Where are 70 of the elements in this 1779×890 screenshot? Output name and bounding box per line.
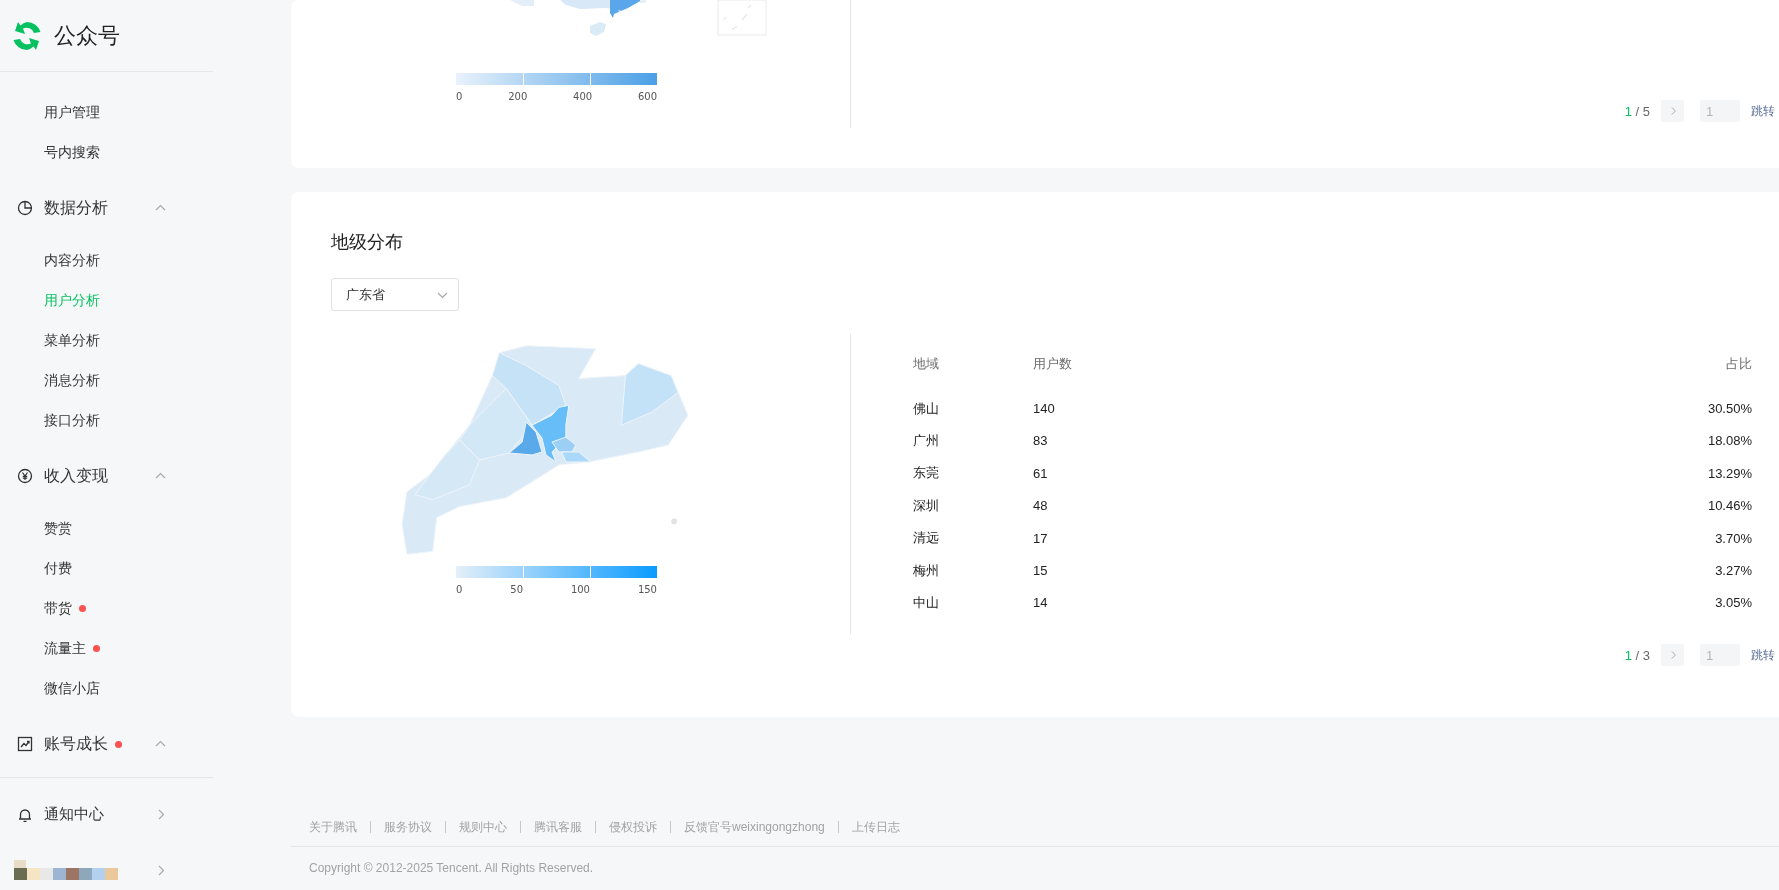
table-cell: 13.29% (1707, 465, 1752, 481)
column-header: 用户数 (1033, 355, 1073, 374)
nav-item[interactable]: 消息分析 (0, 360, 106, 400)
province-dropdown[interactable]: 广东省 (331, 278, 459, 311)
nav-item[interactable]: 微信小店 (0, 668, 106, 708)
scale-tick-label: 200 (508, 91, 528, 102)
table-cell: 10.46% (1707, 498, 1752, 514)
scale-tick-label: 400 (573, 91, 593, 102)
notification-dot (115, 740, 122, 748)
scale-tick-label: 600 (637, 91, 657, 102)
page-indicator: 1 / 5 (1624, 103, 1650, 119)
nav-group-header[interactable]: 数据分析 (0, 183, 213, 233)
copyright-text: Copyright © 2012-2025 Tencent. All Rights Reserved. (308, 861, 594, 875)
table-cell: 18.08% (1707, 433, 1752, 449)
nav-item[interactable]: 内容分析 (0, 240, 106, 280)
table-cell-text: 中山 (913, 593, 940, 612)
table-cell: 3.27% (1715, 563, 1752, 579)
column-header: 地域 (913, 355, 940, 374)
nav-item[interactable]: 菜单分析 (0, 320, 106, 360)
table-cell-text: 61 (1033, 465, 1049, 481)
nav-item[interactable]: 流量主 (0, 628, 106, 668)
table-cell-text: 140 (1033, 401, 1056, 417)
nav-group-header[interactable]: 收入变现 (0, 451, 213, 501)
next-page-button[interactable] (1661, 644, 1684, 666)
notification-dot (93, 644, 100, 652)
scale-tick-label: 150 (637, 584, 657, 595)
scale-tick-label: 50 (510, 584, 523, 595)
table-cell-text: 梅州 (913, 561, 940, 580)
nav-group-header[interactable]: 账号成长 (0, 719, 213, 769)
table-cell-text: 广州 (913, 431, 940, 450)
nav-item[interactable]: 号内搜索 (0, 132, 106, 172)
table-cell-text: 14 (1033, 595, 1049, 611)
table-cell-text: 17 (1033, 530, 1049, 546)
table-cell-text: 15 (1033, 563, 1049, 579)
table-cell-text: 东莞 (913, 464, 940, 483)
bell-icon (17, 806, 33, 823)
scale-tick-label: 100 (570, 584, 590, 595)
scale-tick-label: 0 (456, 91, 463, 102)
nav-link[interactable]: 通知中心 (0, 777, 213, 843)
table-cell: 30.50% (1707, 401, 1752, 417)
section-title: 地级分布 (331, 231, 403, 254)
pie-chart-icon (17, 200, 33, 216)
jump-link[interactable]: 跳转 (1751, 646, 1775, 664)
nav-link-label: 通知中心 (44, 805, 104, 824)
page-indicator: 1 / 3 (1624, 647, 1650, 663)
column-header: 占比 (1726, 355, 1752, 374)
nav-group-label: 账号成长 (44, 733, 108, 754)
table-cell-text: 48 (1033, 498, 1049, 514)
scale-tick-label: 0 (456, 584, 463, 595)
table-cell: 3.70% (1715, 530, 1752, 546)
nav-item[interactable]: 赞赏 (0, 508, 78, 548)
jump-link[interactable]: 跳转 (1751, 102, 1775, 120)
nav-item[interactable]: 付费 (0, 548, 78, 588)
nav-item[interactable]: 接口分析 (0, 400, 106, 440)
nav-item[interactable]: 带货 (0, 588, 92, 628)
next-page-button[interactable] (1661, 100, 1684, 122)
yen-icon (17, 468, 33, 484)
page-input[interactable]: 1 (1700, 100, 1740, 122)
table-cell-text: 清远 (913, 529, 940, 548)
table-cell-text: 深圳 (913, 496, 940, 515)
nav-group-label: 收入变现 (44, 465, 108, 486)
app-name: 公众号 (54, 21, 120, 50)
table-cell-text: 83 (1033, 433, 1049, 449)
table-cell-text: 佛山 (913, 399, 940, 418)
nav-item[interactable]: 用户管理 (0, 92, 106, 132)
notification-dot (79, 604, 86, 612)
trend-chart-icon (17, 736, 33, 752)
table-cell: 3.05% (1715, 595, 1752, 611)
page-input[interactable]: 1 (1700, 644, 1740, 666)
nav-group-label: 数据分析 (44, 197, 108, 218)
